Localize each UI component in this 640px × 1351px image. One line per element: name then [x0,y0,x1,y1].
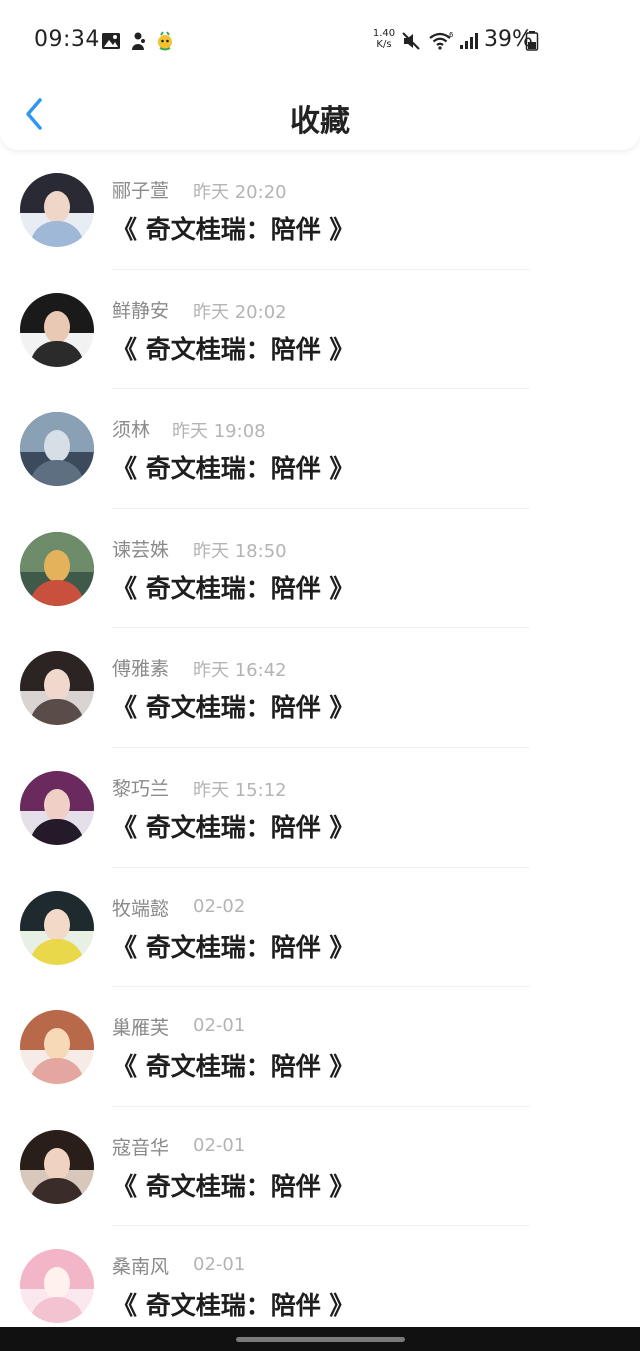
gallery-icon [102,33,120,49]
user-avatar[interactable] [20,890,94,965]
user-name: 巢雁芙 [112,1017,170,1040]
favorite-time: 昨天 20:20 [193,182,287,203]
favorite-item[interactable]: 巢雁芙 02-01 《 奇文桂瑞：陪伴 》 [0,987,640,1107]
favorite-item[interactable]: 黎巧兰 昨天 15:12 《 奇文桂瑞：陪伴 》 [0,748,640,868]
favorite-title: 《 奇文桂瑞：陪伴 》 [112,1052,355,1082]
home-indicator[interactable] [236,1337,405,1342]
favorite-item[interactable]: 谏芸姝 昨天 18:50 《 奇文桂瑞：陪伴 》 [0,509,640,629]
favorite-title: 《 奇文桂瑞：陪伴 》 [112,693,355,723]
favorite-time: 02-01 [193,1254,246,1276]
speed-value: 1.40 [372,28,396,39]
user-avatar[interactable] [20,531,94,606]
favorite-time: 02-01 [193,1134,246,1156]
favorite-title: 《 奇文桂瑞：陪伴 》 [112,812,355,842]
navigation-bar [0,1327,640,1351]
app-icon [132,32,145,50]
favorite-item[interactable]: 须林 昨天 19:08 《 奇文桂瑞：陪伴 》 [0,389,640,509]
user-name: 鲜静安 [112,299,170,322]
signal-icon [460,33,478,49]
favorite-time: 昨天 19:08 [172,421,266,443]
user-name: 寇音华 [112,1136,170,1159]
user-avatar[interactable] [20,770,94,845]
favorite-title: 《 奇文桂瑞：陪伴 》 [112,334,355,364]
favorite-item[interactable]: 郦子萱 昨天 20:20 《 奇文桂瑞：陪伴 》 [0,150,640,270]
user-avatar[interactable] [20,1249,94,1324]
bird-app-icon [158,31,172,51]
favorite-time: 昨天 15:12 [193,779,287,801]
favorite-time: 02-01 [193,1015,246,1037]
favorite-title: 《 奇文桂瑞：陪伴 》 [112,573,355,603]
user-name: 桑南风 [112,1256,170,1279]
favorites-list: 郦子萱 昨天 20:20 《 奇文桂瑞：陪伴 》 鲜静安 昨天 20:02 《 … [0,150,640,1346]
speed-unit: K/s [376,39,392,50]
user-avatar[interactable] [20,1129,94,1204]
favorite-time: 昨天 20:02 [193,301,287,323]
svg-text:6: 6 [449,31,454,39]
favorite-time: 昨天 16:42 [193,660,287,682]
mute-icon [402,32,420,50]
favorite-time: 02-02 [193,895,246,917]
user-name: 郦子萱 [112,180,170,202]
user-avatar[interactable] [20,292,94,367]
favorite-title: 《 奇文桂瑞：陪伴 》 [112,1291,355,1321]
battery-icon [525,31,539,51]
favorite-title: 《 奇文桂瑞：陪伴 》 [112,215,355,244]
network-speed: 1.40 K/s [372,28,396,50]
status-bar: 09:34 1.40 K/s 6 39% [0,0,640,84]
favorite-item[interactable]: 寇音华 02-01 《 奇文桂瑞：陪伴 》 [0,1107,640,1227]
user-avatar[interactable] [20,651,94,726]
favorite-title: 《 奇文桂瑞：陪伴 》 [112,454,355,484]
favorite-item[interactable]: 鲜静安 昨天 20:02 《 奇文桂瑞：陪伴 》 [0,270,640,390]
favorite-time: 昨天 18:50 [193,540,287,562]
header: 收藏 [0,84,640,148]
favorite-item[interactable]: 牧端懿 02-02 《 奇文桂瑞：陪伴 》 [0,868,640,988]
favorite-item[interactable]: 傅雅素 昨天 16:42 《 奇文桂瑞：陪伴 》 [0,628,640,748]
favorite-title: 《 奇文桂瑞：陪伴 》 [112,932,355,962]
page-title: 收藏 [290,104,350,139]
user-name: 傅雅素 [112,658,170,681]
status-time: 09:34 [34,27,100,52]
user-name: 须林 [112,419,151,442]
user-name: 黎巧兰 [112,777,170,800]
user-avatar[interactable] [20,1010,94,1085]
top-bar: 09:34 1.40 K/s 6 39% 收藏 [0,0,640,150]
user-name: 谏芸姝 [112,538,170,561]
user-name: 牧端懿 [112,897,170,920]
wifi-6-icon: 6 [429,31,454,50]
favorite-title: 《 奇文桂瑞：陪伴 》 [112,1171,355,1201]
user-avatar[interactable] [20,173,94,247]
user-avatar[interactable] [20,412,94,487]
